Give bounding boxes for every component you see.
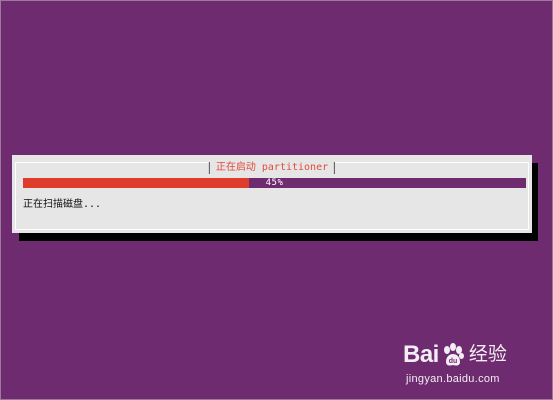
status-message: 正在扫描磁盘... [23, 199, 102, 210]
svg-text:du: du [449, 358, 458, 365]
progress-percent-label: 45% [265, 178, 284, 188]
watermark-brand-left: Bai [403, 341, 439, 368]
dialog-title: 正在启动 partitioner [208, 162, 336, 174]
baidu-paw-icon: du [440, 342, 466, 368]
progress-bar: 45% [23, 178, 526, 188]
watermark-logo: Bai du 经验 [403, 340, 533, 370]
baidu-jingyan-watermark: Bai du 经验 jingyan.baidu.com [403, 340, 533, 390]
dialog-frame: 正在启动 partitioner [15, 162, 529, 230]
watermark-url: jingyan.baidu.com [406, 373, 500, 385]
progress-dialog: 正在启动 partitioner [12, 155, 532, 233]
watermark-brand-right: 经验 [468, 344, 507, 365]
